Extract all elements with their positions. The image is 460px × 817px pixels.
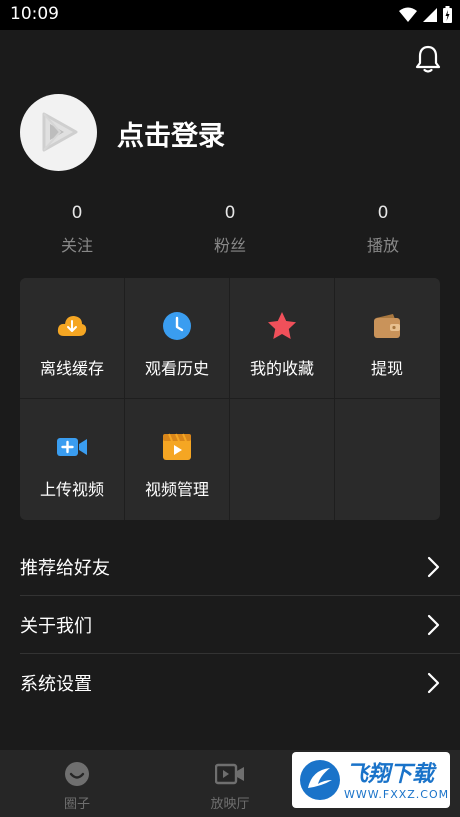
menu-label: 推荐给好友 bbox=[20, 558, 110, 579]
video-upload-icon bbox=[57, 438, 87, 456]
stat-fans[interactable]: 0 粉丝 bbox=[170, 200, 290, 256]
tab-circle[interactable]: 圈子 bbox=[27, 760, 127, 812]
chevron-right-icon bbox=[427, 556, 440, 578]
feature-grid: 离线缓存 观看历史 我的收藏 提现 上传视频 视频管理 bbox=[20, 278, 440, 520]
stat-plays[interactable]: 0 播放 bbox=[323, 200, 443, 256]
status-bar: 10:09 bbox=[0, 0, 460, 30]
watermark-url: WWW.FXXZ.COM bbox=[344, 788, 450, 801]
feature-label: 上传视频 bbox=[39, 480, 104, 499]
wifi-icon bbox=[399, 7, 417, 22]
wallet-icon bbox=[374, 314, 400, 338]
feature-label: 视频管理 bbox=[144, 480, 209, 499]
feature-empty-slot bbox=[230, 399, 334, 519]
feature-watch-history[interactable]: 观看历史 bbox=[125, 278, 229, 398]
feature-label: 离线缓存 bbox=[39, 359, 104, 378]
menu-label: 关于我们 bbox=[20, 616, 92, 637]
play-logo-icon bbox=[42, 112, 78, 152]
feature-label: 提现 bbox=[370, 359, 403, 378]
stats-row: 0 关注 0 粉丝 0 播放 bbox=[0, 200, 460, 260]
stat-label: 关注 bbox=[60, 236, 93, 255]
status-time: 10:09 bbox=[10, 4, 59, 24]
feature-favorites[interactable]: 我的收藏 bbox=[230, 278, 334, 398]
grid-divider bbox=[124, 278, 125, 520]
stat-value: 0 bbox=[377, 203, 389, 223]
tab-label: 放映厅 bbox=[210, 797, 250, 812]
feature-empty-slot bbox=[335, 399, 439, 519]
avatar[interactable] bbox=[20, 94, 97, 171]
menu-about-us[interactable]: 关于我们 bbox=[0, 596, 460, 654]
menu-label: 系统设置 bbox=[20, 674, 92, 695]
watermark-logo-icon bbox=[300, 760, 340, 800]
stat-label: 播放 bbox=[366, 236, 399, 255]
tab-screening-hall[interactable]: 放映厅 bbox=[180, 760, 280, 812]
grid-divider bbox=[334, 278, 335, 520]
signal-icon bbox=[423, 7, 437, 22]
login-button[interactable]: 点击登录 bbox=[117, 114, 225, 153]
feature-upload-video[interactable]: 上传视频 bbox=[20, 399, 124, 519]
feature-withdraw[interactable]: 提现 bbox=[335, 278, 439, 398]
grid-divider bbox=[20, 398, 440, 399]
stat-value: 0 bbox=[71, 203, 83, 223]
star-icon bbox=[268, 312, 296, 339]
bell-icon[interactable] bbox=[412, 43, 444, 75]
tab-label: 圈子 bbox=[63, 797, 90, 812]
grid-divider bbox=[229, 278, 230, 520]
status-icons bbox=[399, 6, 452, 23]
watermark-title: 飞翔下载 bbox=[346, 762, 435, 787]
cloud-download-icon bbox=[57, 316, 87, 336]
clock-icon bbox=[163, 312, 191, 340]
feature-label: 我的收藏 bbox=[249, 359, 314, 378]
battery-icon bbox=[443, 6, 452, 23]
feature-label: 观看历史 bbox=[144, 359, 209, 378]
menu-system-settings[interactable]: 系统设置 bbox=[0, 654, 460, 712]
stat-value: 0 bbox=[224, 203, 236, 223]
menu-recommend-friends[interactable]: 推荐给好友 bbox=[0, 538, 460, 596]
chevron-right-icon bbox=[427, 672, 440, 694]
video-camera-icon bbox=[215, 763, 244, 785]
smile-icon bbox=[65, 762, 89, 786]
watermark-badge: 飞翔下载 WWW.FXXZ.COM bbox=[292, 752, 450, 808]
stat-label: 粉丝 bbox=[213, 236, 246, 255]
stat-follow[interactable]: 0 关注 bbox=[17, 200, 137, 256]
chevron-right-icon bbox=[427, 614, 440, 636]
feature-offline-cache[interactable]: 离线缓存 bbox=[20, 278, 124, 398]
video-manage-icon bbox=[163, 433, 191, 460]
feature-video-manage[interactable]: 视频管理 bbox=[125, 399, 229, 519]
